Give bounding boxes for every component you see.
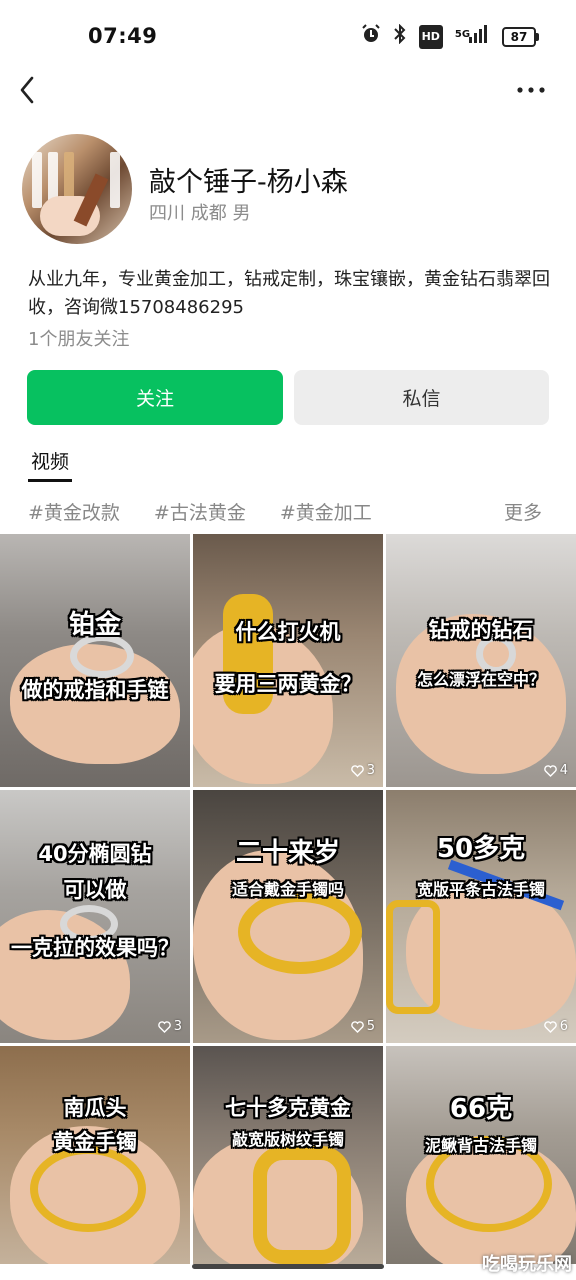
video-title-line2: 可以做 [63,878,127,902]
profile-bio: 从业九年，专业黄金加工，钻戒定制，珠宝镶嵌，黄金钻石翡翠回收，咨询微157084… [28,269,550,318]
profile-location-gender: 四川 成都 男 [149,203,251,224]
video-likes-count: 3 [173,1019,182,1034]
video-title-line2: 怎么漂浮在空中？ [416,670,545,689]
status-icons: HD 5G 87 [361,23,539,50]
video-thumbnail[interactable]: 铂金 做的戒指和手链 [0,534,190,787]
video-thumbnail[interactable]: 七十多克黄金 敲宽版树纹手镯 [193,1046,383,1264]
video-title-line1: 40分椭圆钻 [38,842,152,866]
video-likes-count: 5 [366,1019,375,1034]
video-thumbnail[interactable]: 66克 泥鳅背古法手镯 [386,1046,576,1264]
heart-icon [157,1020,171,1033]
alarm-icon [361,24,381,50]
message-button[interactable]: 私信 [294,370,549,425]
video-likes-count: 6 [559,1019,568,1034]
video-title-line1: 南瓜头 [63,1096,127,1120]
tab-videos[interactable]: 视频 [31,447,69,474]
friends-following-count[interactable]: 1个朋友关注 [28,325,129,351]
hashtag-item[interactable]: #古法黄金 [154,498,246,526]
back-button[interactable] [14,72,44,108]
video-thumbnail[interactable]: 40分椭圆钻 可以做 一克拉的效果吗？ 3 [0,790,190,1043]
battery-indicator: 87 [502,27,539,47]
more-options-button[interactable] [514,78,548,102]
hashtag-item[interactable]: #黄金改款 [28,498,120,526]
status-time: 07:49 [88,24,158,48]
video-title-line2: 敲宽版树纹手镯 [231,1130,344,1149]
hashtag-item[interactable]: #黄金加工 [280,498,372,526]
heart-icon [350,764,364,777]
video-thumbnail[interactable]: 钻戒的钻石 怎么漂浮在空中？ 4 [386,534,576,787]
video-grid: 铂金 做的戒指和手链 什么打火机 要用三两黄金？ 3 钻戒的钻石 怎么漂浮在空中… [0,534,576,1264]
video-title-line2: 要用三两黄金？ [214,672,362,696]
signal-icon: 5G [455,25,490,49]
follow-button[interactable]: 关注 [27,370,283,425]
video-title-line1: 什么打火机 [235,620,341,644]
video-title-line1: 钻戒的钻石 [428,618,534,642]
heart-icon [543,1020,557,1033]
video-title-line2: 宽版平条古法手镯 [416,880,545,899]
signal-label: 5G [454,29,471,40]
video-title-line1: 二十来岁 [235,838,340,868]
hashtag-bar: #黄金改款 #古法黄金 #黄金加工 更多 [28,498,548,526]
video-likes-count: 4 [559,763,568,778]
tab-active-indicator [28,479,72,482]
heart-icon [543,764,557,777]
video-likes-count: 3 [366,763,375,778]
video-thumbnail[interactable]: 二十来岁 适合戴金手镯吗 5 [193,790,383,1043]
video-likes: 4 [543,763,568,778]
video-thumbnail[interactable]: 南瓜头 黄金手镯 [0,1046,190,1264]
hd-icon: HD [418,25,443,49]
hashtag-more-button[interactable]: 更多 [504,498,542,525]
watermark: 吃喝玩乐网 [482,1254,572,1275]
more-icon [517,87,545,93]
video-title-line2: 做的戒指和手链 [21,678,169,702]
video-title-line2: 黄金手镯 [53,1130,137,1154]
video-title-line1: 50多克 [436,834,526,864]
video-title-line2: 泥鳅背古法手镯 [424,1136,537,1155]
video-likes: 6 [543,1019,568,1034]
video-title-line2: 适合戴金手镯吗 [231,880,344,899]
bluetooth-icon [393,23,407,50]
video-thumbnail[interactable]: 什么打火机 要用三两黄金？ 3 [193,534,383,787]
video-title-line1: 七十多克黄金 [225,1096,351,1120]
profile-name: 敲个锤子-杨小森 [149,167,348,198]
video-likes: 3 [350,763,375,778]
video-thumbnail[interactable]: 50多克 宽版平条古法手镯 6 [386,790,576,1043]
home-indicator[interactable] [192,1264,384,1269]
video-title-line1: 铂金 [68,610,121,640]
video-likes: 5 [350,1019,375,1034]
status-bar: 07:49 HD 5G 87 [0,0,576,72]
video-title-line3: 一克拉的效果吗？ [11,936,179,960]
avatar[interactable] [22,134,132,244]
video-title-line1: 66克 [449,1094,513,1124]
video-likes: 3 [157,1019,182,1034]
heart-icon [350,1020,364,1033]
chevron-left-icon [20,76,34,104]
